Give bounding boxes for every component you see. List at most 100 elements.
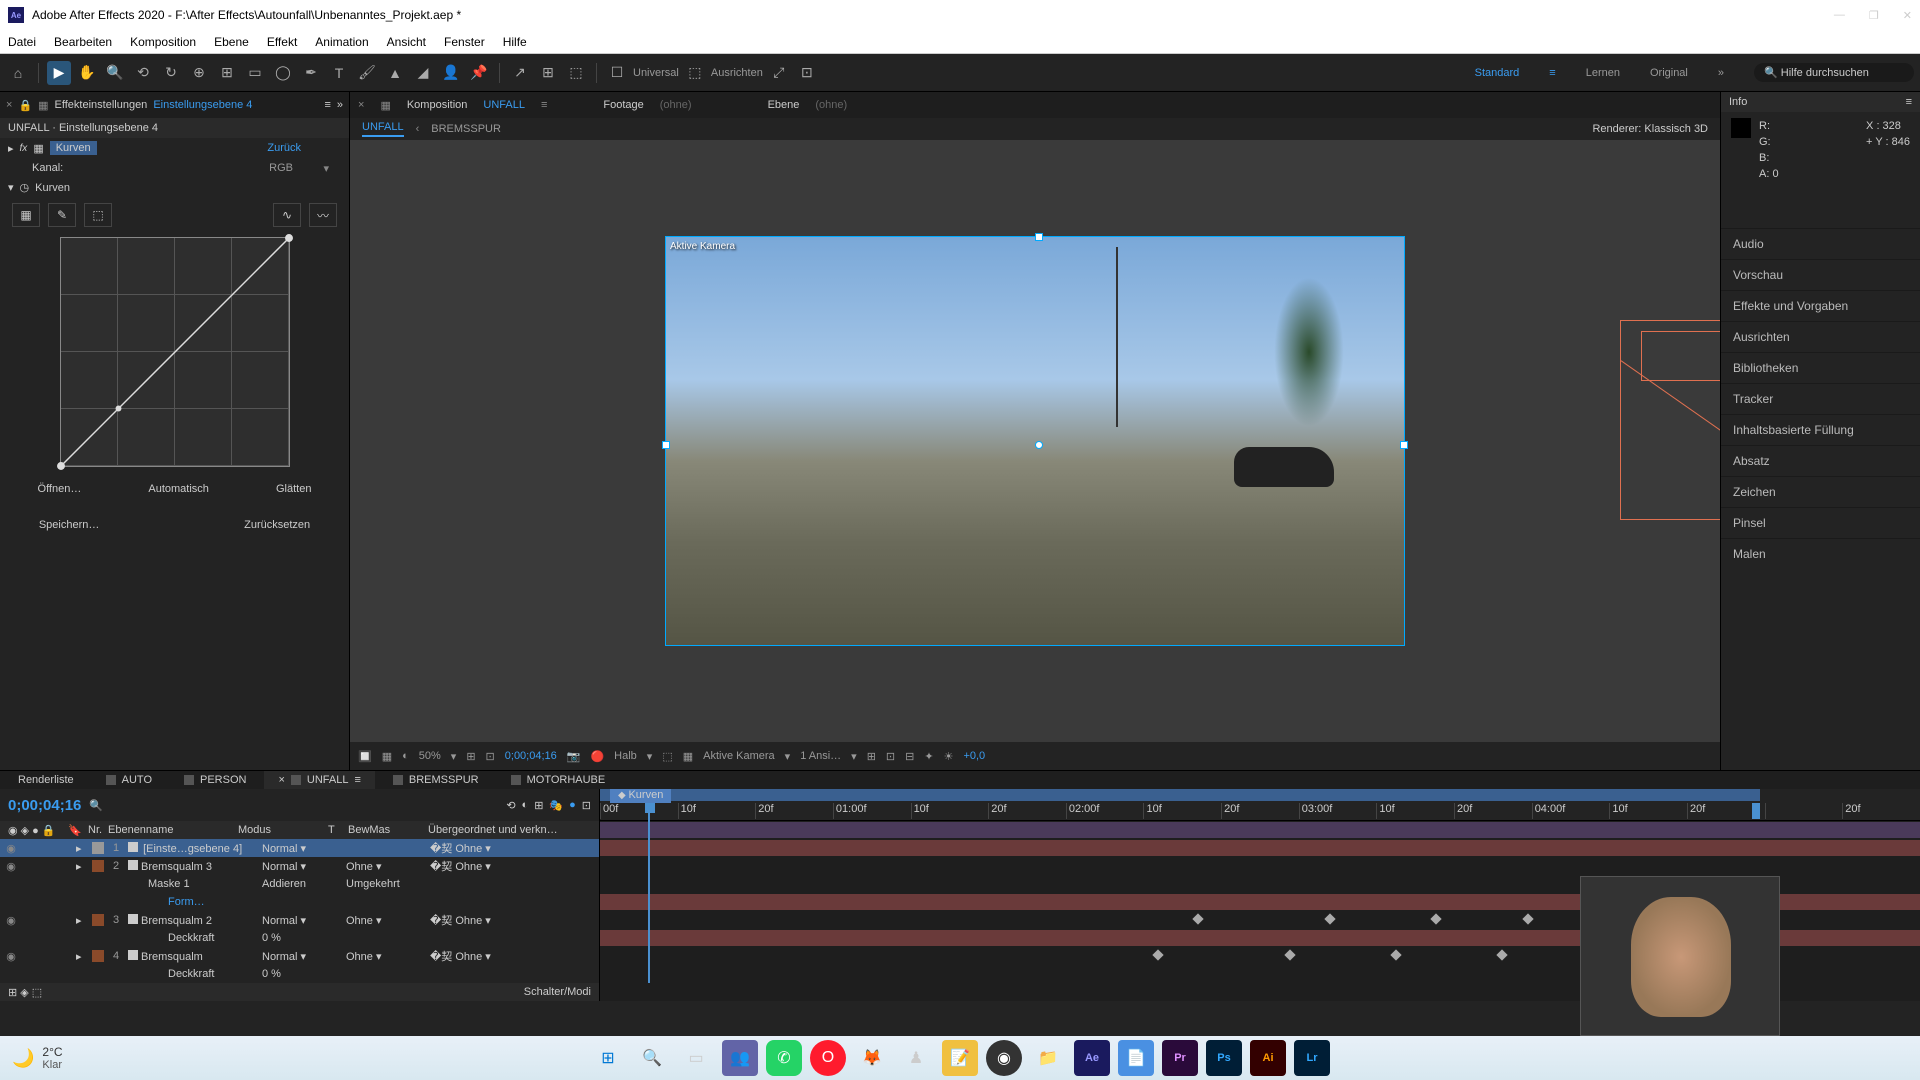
header-t[interactable]: T xyxy=(324,824,344,836)
menu-animation[interactable]: Animation xyxy=(315,35,368,49)
timeline-layer[interactable]: Maske 1 Addieren Umgekehrt xyxy=(0,875,599,893)
selection-tool-icon[interactable]: ▶ xyxy=(47,61,71,85)
region-icon[interactable]: ⬚ xyxy=(662,750,672,763)
tl-icon-3[interactable]: ⊞ xyxy=(534,799,543,812)
curves-toggle-icon[interactable]: ▾ xyxy=(8,181,14,194)
resolution-dropdown[interactable]: Halb xyxy=(614,750,637,762)
hand-tool-icon[interactable]: ✋ xyxy=(75,61,99,85)
footage-label[interactable]: Footage xyxy=(603,99,643,111)
snap-checkbox[interactable]: ☐ xyxy=(605,61,629,85)
panel-absatz[interactable]: Absatz xyxy=(1721,445,1920,476)
grid-icon[interactable]: ▦ xyxy=(382,750,392,763)
pen-tool-icon[interactable]: ✒ xyxy=(299,61,323,85)
taskview-icon[interactable]: ▭ xyxy=(678,1040,714,1076)
info-panel-menu-icon[interactable]: ≡ xyxy=(1906,96,1912,108)
workspace-more-icon[interactable]: » xyxy=(1718,67,1724,79)
timeline-timecode[interactable]: 0;00;04;16 xyxy=(8,797,81,814)
tab-auto[interactable]: AUTO xyxy=(92,771,166,789)
info-panel-title[interactable]: Info xyxy=(1729,96,1747,108)
camera-tool-icon[interactable]: ⊕ xyxy=(187,61,211,85)
res-dropdown-icon[interactable]: ▾ xyxy=(647,750,653,763)
effect-reset-link[interactable]: Zurück xyxy=(267,142,301,154)
maximize-button[interactable]: ❐ xyxy=(1869,9,1879,22)
header-parent[interactable]: Übergeordnet und verkn… xyxy=(424,824,562,836)
menu-datei[interactable]: Datei xyxy=(8,35,36,49)
snap2-icon[interactable]: ⤢ xyxy=(767,61,791,85)
magnify-icon[interactable]: 🔲 xyxy=(358,750,372,763)
res2-icon[interactable]: ⊡ xyxy=(486,750,495,763)
panel-inhaltsbasiert[interactable]: Inhaltsbasierte Füllung xyxy=(1721,414,1920,445)
curves-graph[interactable] xyxy=(60,237,290,467)
effects-tab-label[interactable]: Effekteinstellungen xyxy=(55,99,148,111)
tl-icon-6[interactable]: ⊡ xyxy=(582,799,591,812)
photoshop-icon[interactable]: Ps xyxy=(1206,1040,1242,1076)
transparency-icon[interactable]: ▦ xyxy=(683,750,693,763)
zoom-dropdown-icon[interactable]: ▾ xyxy=(451,750,457,763)
app-icon[interactable]: ♟ xyxy=(898,1040,934,1076)
panel-zeichen[interactable]: Zeichen xyxy=(1721,476,1920,507)
menu-fenster[interactable]: Fenster xyxy=(444,35,485,49)
zoom-tool-icon[interactable]: 🔍 xyxy=(103,61,127,85)
stamp-tool-icon[interactable]: ▲ xyxy=(383,61,407,85)
snapshot-icon[interactable]: 📷 xyxy=(567,750,581,763)
tab-unfall[interactable]: × UNFALL ≡ xyxy=(264,771,374,789)
exposure-icon[interactable]: ☀ xyxy=(944,750,954,763)
menu-komposition[interactable]: Komposition xyxy=(130,35,196,49)
timeline-layer[interactable]: ◉ ▸ 3 Bremsqualm 2 Normal ▾ Ohne ▾ �契 Oh… xyxy=(0,911,599,929)
world-axis-icon[interactable]: ⊞ xyxy=(536,61,560,85)
search-taskbar-icon[interactable]: 🔍 xyxy=(634,1040,670,1076)
keyframe[interactable] xyxy=(1496,949,1507,960)
curve-edit-icon[interactable]: ▦ xyxy=(12,203,40,227)
menu-ansicht[interactable]: Ansicht xyxy=(387,35,426,49)
panel-bibliotheken[interactable]: Bibliotheken xyxy=(1721,352,1920,383)
curve-open-button[interactable]: Öffnen… xyxy=(30,479,90,499)
header-modus[interactable]: Modus xyxy=(234,824,324,836)
minimize-button[interactable]: ― xyxy=(1834,9,1845,22)
timeline-layer[interactable]: Deckkraft 0 % xyxy=(0,929,599,947)
obs-icon[interactable]: ◉ xyxy=(986,1040,1022,1076)
views-dropdown[interactable]: 1 Ansi… xyxy=(800,750,841,762)
effect-visible-icon[interactable]: ▦ xyxy=(33,142,43,155)
header-nr[interactable]: Nr. xyxy=(84,824,104,836)
panel-vorschau[interactable]: Vorschau xyxy=(1721,259,1920,290)
composition-viewer[interactable]: Aktive Kamera xyxy=(350,140,1720,742)
keyframe[interactable] xyxy=(1390,949,1401,960)
camera-dropdown[interactable]: Aktive Kamera xyxy=(703,750,775,762)
curve-smooth-button[interactable]: Glätten xyxy=(268,479,319,499)
view2-icon[interactable]: ⊡ xyxy=(886,750,895,763)
curve-smooth-icon[interactable]: 〰 xyxy=(309,203,337,227)
timeline-layer[interactable]: ◉ ▸ 2 Bremsqualm 3 Normal ▾ Ohne ▾ �契 Oh… xyxy=(0,857,599,875)
local-axis-icon[interactable]: ↗ xyxy=(508,61,532,85)
ebene-label[interactable]: Ebene xyxy=(768,99,800,111)
panel-pinsel[interactable]: Pinsel xyxy=(1721,507,1920,538)
notepad-icon[interactable]: 📄 xyxy=(1118,1040,1154,1076)
timeline-layer[interactable]: ◉ ▸ 4 Bremsqualm Normal ▾ Ohne ▾ �契 Ohne… xyxy=(0,947,599,965)
panel-malen[interactable]: Malen xyxy=(1721,538,1920,569)
effect-toggle-icon[interactable]: ▸ xyxy=(8,142,14,155)
mask-icon[interactable]: ◐ xyxy=(402,750,409,762)
channel-icon[interactable]: 🔴 xyxy=(590,750,604,763)
view1-icon[interactable]: ⊞ xyxy=(867,750,876,763)
breadcrumb-bremsspur[interactable]: BREMSSPUR xyxy=(431,123,501,135)
tab-motorhaube[interactable]: MOTORHAUBE xyxy=(497,771,620,789)
workspace-menu-icon[interactable]: ≡ xyxy=(1549,67,1555,79)
view-axis-icon[interactable]: ⬚ xyxy=(564,61,588,85)
end-marker[interactable] xyxy=(1752,803,1760,819)
brush-tool-icon[interactable]: 🖌 xyxy=(355,61,379,85)
tab-person[interactable]: PERSON xyxy=(170,771,260,789)
keyframe[interactable] xyxy=(1153,949,1164,960)
rotate-tool-icon[interactable]: ↻ xyxy=(159,61,183,85)
work-area-bar[interactable] xyxy=(600,789,1760,801)
tl-footer-icons[interactable]: ⊞ ◈ ⬚ xyxy=(8,986,42,999)
panel-ausrichten[interactable]: Ausrichten xyxy=(1721,321,1920,352)
explorer-icon[interactable]: 📁 xyxy=(1030,1040,1066,1076)
weather-widget[interactable]: 🌙 2°C Klar xyxy=(12,1045,63,1071)
lightroom-icon[interactable]: Lr xyxy=(1294,1040,1330,1076)
tl-icon-2[interactable]: ◐ xyxy=(522,799,529,812)
keyframe[interactable] xyxy=(1324,913,1335,924)
keyframe[interactable] xyxy=(1522,913,1533,924)
snap3-icon[interactable]: ⊡ xyxy=(795,61,819,85)
effect-name[interactable]: Kurven xyxy=(50,141,97,155)
panel-expand-icon[interactable]: » xyxy=(337,99,343,111)
curves-stopwatch-icon[interactable]: ◷ xyxy=(20,181,30,194)
